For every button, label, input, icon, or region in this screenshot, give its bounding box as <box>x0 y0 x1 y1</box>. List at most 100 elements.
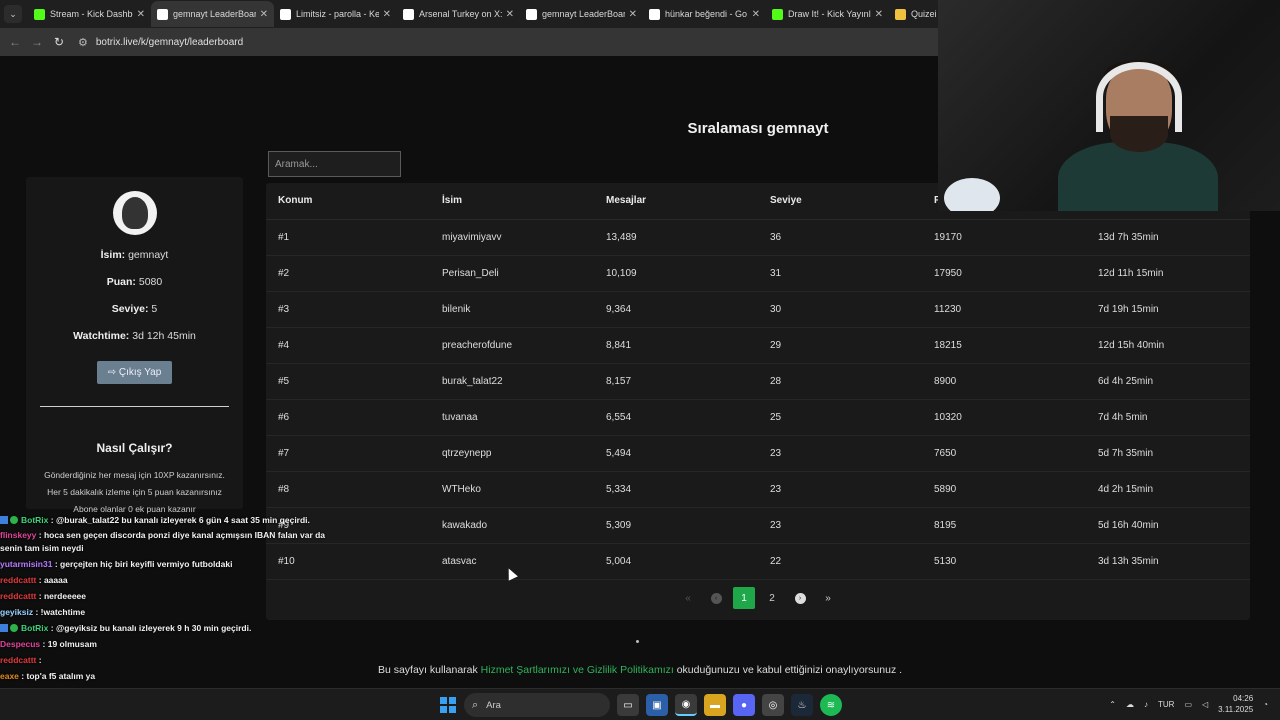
close-tab-icon[interactable]: ✕ <box>875 9 883 20</box>
task-view-icon[interactable]: ▭ <box>617 694 639 716</box>
taskbar: ⌕ Ara ▭ ▣ ◉ ▬ ● ◎ ♨ ≋ ⌃ ☁ ♪ TUR ▭ ◁ 04:2… <box>0 688 1280 720</box>
column-header: İsim <box>430 183 594 220</box>
chat-username[interactable]: reddcattt <box>0 591 36 601</box>
taskbar-search[interactable]: ⌕ Ara <box>464 693 610 717</box>
tab-0[interactable]: Stream - Kick Dashbo ✕ <box>28 1 151 27</box>
reload-icon[interactable]: ↻ <box>48 35 70 49</box>
table-row: #5 burak_talat22 8,157 28 8900 6d 4h 25min <box>266 363 1250 400</box>
discord-icon[interactable]: ● <box>733 694 755 716</box>
url-text: botrix.live/k/gemnayt/leaderboard <box>95 36 244 48</box>
terms-link[interactable]: Hizmet Şartlarımızı ve Gizlilik Politika… <box>481 664 674 676</box>
table-row: #9 kawakado 5,309 23 8195 5d 16h 40min <box>266 507 1250 544</box>
table-cell: tuvanaa <box>430 399 594 436</box>
first-page-button[interactable]: « <box>677 587 699 609</box>
table-row: #3 bilenik 9,364 30 11230 7d 19h 15min <box>266 291 1250 328</box>
search-icon: ⌕ <box>472 698 479 711</box>
close-tab-icon[interactable]: ✕ <box>506 9 514 20</box>
botrix-icon <box>157 8 168 20</box>
table-cell: 5,494 <box>594 435 758 472</box>
tab-4[interactable]: gemnayt LeaderBoar ✕ <box>520 1 643 27</box>
chat-username[interactable]: yutarmisin31 <box>0 559 52 569</box>
close-tab-icon[interactable]: ✕ <box>629 9 637 20</box>
back-arrow-icon[interactable]: ← <box>4 35 26 49</box>
tab-2[interactable]: Limitsiz - parolla - Ke ✕ <box>274 1 397 27</box>
close-tab-icon[interactable]: ✕ <box>260 9 268 20</box>
chrome-icon[interactable]: ◉ <box>675 694 697 716</box>
notification-bell-icon[interactable]: ◔ <box>1263 700 1268 709</box>
table-row: #10 atasvac 5,004 22 5130 3d 13h 35min <box>266 543 1250 580</box>
tab-label: Limitsiz - parolla - Ke <box>296 9 379 19</box>
chat-username[interactable]: eaxe <box>0 671 19 681</box>
table-cell: 22 <box>758 543 922 580</box>
table-cell: bilenik <box>430 291 594 328</box>
logout-button[interactable]: ⇨ Çıkış Yap <box>96 361 173 384</box>
chat-username[interactable]: geyiksiz <box>0 607 33 617</box>
forward-arrow-icon[interactable]: → <box>26 35 48 49</box>
table-cell: 13,489 <box>594 219 758 256</box>
table-cell: 7650 <box>922 435 1086 472</box>
language-indicator[interactable]: TUR <box>1158 700 1174 709</box>
botrix-icon <box>526 8 537 20</box>
chat-username[interactable]: reddcattt <box>0 655 36 665</box>
tab-6[interactable]: Draw It! - Kick Yayınla ✕ <box>766 1 889 27</box>
close-tab-icon[interactable]: ✕ <box>137 9 145 20</box>
tab-search-chevron-icon[interactable]: ⌄ <box>4 5 22 23</box>
table-cell: 19170 <box>922 219 1086 256</box>
clock[interactable]: 04:26 3.11.2025 <box>1218 693 1253 715</box>
tab-label: Arsenal Turkey on X: <box>419 9 502 19</box>
chat-username[interactable]: flinskeyy <box>0 530 36 540</box>
table-cell: 5,334 <box>594 471 758 508</box>
tab-3[interactable]: Arsenal Turkey on X: ✕ <box>397 1 520 27</box>
table-cell: 8900 <box>922 363 1086 400</box>
chat-username[interactable]: BotRix <box>21 623 48 633</box>
table-cell: 7d 19h 15min <box>1086 291 1250 328</box>
page-1-button[interactable]: 1 <box>733 587 755 609</box>
table-cell: #4 <box>266 327 430 364</box>
table-row: #4 preacherofdune 8,841 29 18215 12d 15h 40mi… <box>266 327 1250 364</box>
network-icon[interactable]: ▭ <box>1184 700 1192 709</box>
table-cell: 10,109 <box>594 255 758 292</box>
table-cell: 36 <box>758 219 922 256</box>
globe-icon <box>280 8 291 20</box>
close-tab-icon[interactable]: ✕ <box>383 9 391 20</box>
volume-icon[interactable]: ◁ <box>1202 700 1208 709</box>
obs-icon[interactable]: ◎ <box>762 694 784 716</box>
url-field[interactable]: ⚙ botrix.live/k/gemnayt/leaderboard <box>78 36 243 49</box>
table-row: #2 Perisan_Deli 10,109 31 17950 12d 11h 15min <box>266 255 1250 292</box>
table-cell: 30 <box>758 291 922 328</box>
tab-1[interactable]: gemnayt LeaderBoar ✕ <box>151 1 274 27</box>
tab-label: gemnayt LeaderBoar <box>173 9 256 19</box>
site-settings-icon[interactable]: ⚙ <box>78 36 88 49</box>
chat-username[interactable]: BotRix <box>21 515 48 525</box>
last-page-button[interactable]: » <box>817 587 839 609</box>
chat-text: : @burak_talat22 bu kanalı izleyerek 6 g… <box>50 515 310 525</box>
chat-username[interactable]: Despecus <box>0 639 40 649</box>
chat-username[interactable]: reddcattt <box>0 575 36 585</box>
mic-icon[interactable]: ♪ <box>1144 700 1148 709</box>
store-icon[interactable]: ▣ <box>646 694 668 716</box>
file-explorer-icon[interactable]: ▬ <box>704 694 726 716</box>
close-tab-icon[interactable]: ✕ <box>752 9 760 20</box>
tab-5[interactable]: hünkar beğendi - Go ✕ <box>643 1 766 27</box>
chevron-up-icon[interactable]: ⌃ <box>1109 700 1116 709</box>
chat-message: geyiksiz : !watchtime <box>0 604 340 620</box>
next-page-button[interactable]: › <box>789 587 811 609</box>
table-cell: 23 <box>758 435 922 472</box>
steam-icon[interactable]: ♨ <box>791 694 813 716</box>
system-tray: ⌃ ☁ ♪ TUR ▭ ◁ 04:26 3.11.2025 ◔ <box>1109 693 1268 715</box>
spotify-icon[interactable]: ≋ <box>820 694 842 716</box>
table-cell: #5 <box>266 363 430 400</box>
cloud-icon[interactable]: ☁ <box>1126 700 1134 709</box>
table-cell: #1 <box>266 219 430 256</box>
chat-text: : aaaaa <box>38 575 68 585</box>
bot-badge-icon <box>0 624 8 632</box>
page-2-button[interactable]: 2 <box>761 587 783 609</box>
search-input[interactable] <box>268 151 401 177</box>
windows-start-icon[interactable] <box>440 697 456 713</box>
prev-page-button[interactable]: ‹ <box>705 587 727 609</box>
table-cell: 6d 4h 25min <box>1086 363 1250 400</box>
table-cell: 23 <box>758 471 922 508</box>
table-cell: 6,554 <box>594 399 758 436</box>
table-row: #6 tuvanaa 6,554 25 10320 7d 4h 5min <box>266 399 1250 436</box>
table-cell: 5d 16h 40min <box>1086 507 1250 544</box>
